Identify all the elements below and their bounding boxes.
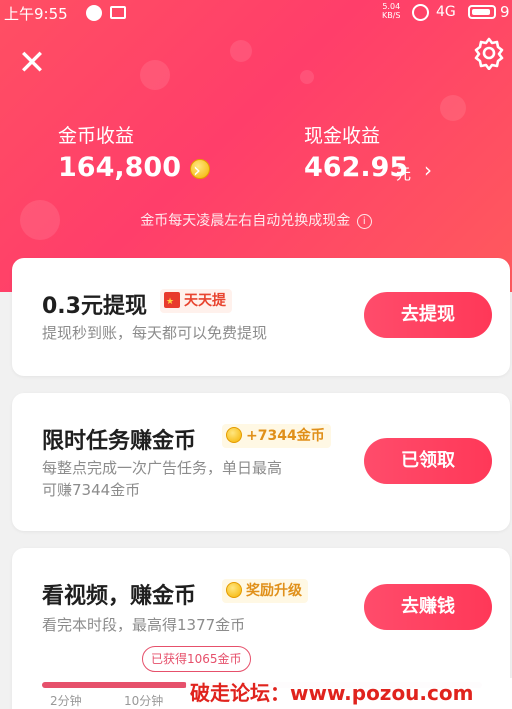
bokeh-decoration <box>230 40 252 62</box>
daily-withdraw-tag-label: 天天提 <box>184 293 226 309</box>
withdraw-title: 0.3元提现 <box>42 294 147 319</box>
tick-label-10min: 10分钟 <box>124 694 164 708</box>
watch-video-title: 看视频，赚金币 <box>42 584 197 609</box>
timed-task-desc-line2: 可赚7344金币 <box>42 481 141 499</box>
coin-reward-tag: +7344金币 <box>222 424 331 448</box>
close-icon[interactable]: ✕ <box>16 46 48 80</box>
earned-coins-bubble: 已获得1065金币 <box>142 646 251 672</box>
gold-earnings-value[interactable]: 164,800 <box>58 152 211 183</box>
gear-icon[interactable] <box>472 36 506 71</box>
earn-money-button[interactable]: 去赚钱 <box>364 584 492 630</box>
flag-icon <box>164 290 180 314</box>
bokeh-decoration <box>140 60 170 90</box>
daily-withdraw-tag: 天天提 <box>160 289 232 314</box>
bokeh-decoration <box>440 95 466 121</box>
withdraw-button[interactable]: 去提现 <box>364 292 492 338</box>
alarm-icon <box>412 4 429 21</box>
mail-notification-icon <box>110 6 126 19</box>
status-time: 上午9:55 <box>4 5 68 23</box>
timed-task-title: 限时任务赚金币 <box>42 429 197 454</box>
reward-upgrade-tag: 奖励升级 <box>222 579 308 603</box>
timed-task-desc-line1: 每整点完成一次广告任务，单日最高 <box>42 459 283 477</box>
gold-coin-icon <box>226 427 242 443</box>
progress-fill <box>42 682 188 688</box>
status-bar: 上午9:55 5.04 KB/S 4G 9 <box>0 0 512 26</box>
gold-earnings-label: 金币收益 <box>58 125 135 147</box>
network-speed: 5.04 KB/S <box>382 2 401 20</box>
bokeh-decoration <box>300 70 314 84</box>
reward-upgrade-tag-label: 奖励升级 <box>246 583 302 599</box>
cash-chevron-icon[interactable]: › <box>424 158 432 182</box>
tick-label-2min: 2分钟 <box>50 694 82 708</box>
info-icon[interactable]: i <box>356 214 372 229</box>
withdraw-card: 0.3元提现 天天提 提现秒到账，每天都可以免费提现 去提现 <box>12 258 510 376</box>
exchange-notice: 金币每天凌晨左右自动兑换成现金 i <box>0 210 512 230</box>
gold-chevron-icon[interactable]: › <box>193 158 201 182</box>
cash-unit: 元 <box>396 165 412 183</box>
exchange-notice-text: 金币每天凌晨左右自动兑换成现金 <box>140 213 351 229</box>
battery-level: 9 <box>500 3 510 21</box>
watermark: 破走论坛：www.pozou.com <box>186 678 512 709</box>
battery-icon <box>468 5 496 19</box>
watch-video-desc: 看完本时段，最高得1377金币 <box>42 616 246 634</box>
gold-amount: 164,800 <box>58 152 181 183</box>
earnings-header: 上午9:55 5.04 KB/S 4G 9 ✕ 金币收益 164,800 › 现… <box>0 0 512 292</box>
cash-earnings-value[interactable]: 462.95 <box>304 152 408 183</box>
withdraw-desc: 提现秒到账，每天都可以免费提现 <box>42 324 268 342</box>
cash-earnings-label: 现金收益 <box>304 125 381 147</box>
claimed-button[interactable]: 已领取 <box>364 438 492 484</box>
timed-task-card: 限时任务赚金币 +7344金币 每整点完成一次广告任务，单日最高 可赚7344金… <box>12 393 510 531</box>
network-speed-unit: KB/S <box>382 11 401 20</box>
signal-icon: 4G <box>436 4 456 20</box>
chat-notification-icon <box>86 5 102 21</box>
network-speed-value: 5.04 <box>382 2 401 11</box>
coin-reward-tag-label: +7344金币 <box>246 428 325 444</box>
gold-coin-icon <box>226 582 242 598</box>
